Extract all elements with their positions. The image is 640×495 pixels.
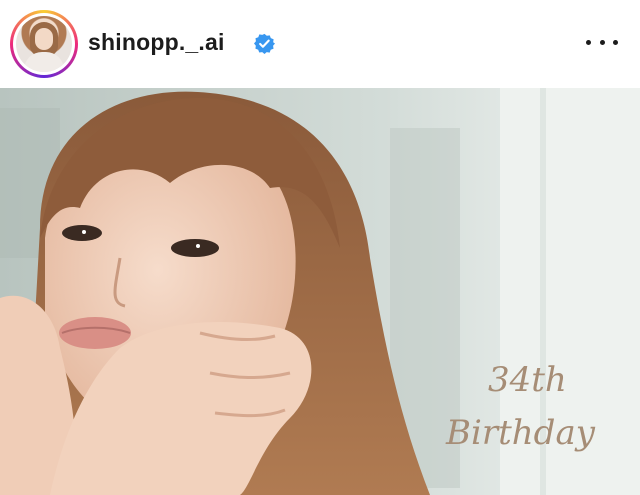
verified-badge-icon (254, 33, 275, 54)
post-photo[interactable]: 34th Birthday (0, 88, 640, 495)
avatar-frame (13, 13, 75, 75)
username-link[interactable]: shinopp._.ai (88, 29, 225, 56)
avatar-image (16, 16, 72, 72)
more-options-icon[interactable] (586, 30, 618, 54)
post-header: shinopp._.ai (0, 0, 640, 88)
profile-avatar[interactable] (10, 10, 78, 78)
photo-caption-line2: Birthday (446, 413, 595, 453)
photo-caption-line1: 34th (488, 360, 567, 400)
